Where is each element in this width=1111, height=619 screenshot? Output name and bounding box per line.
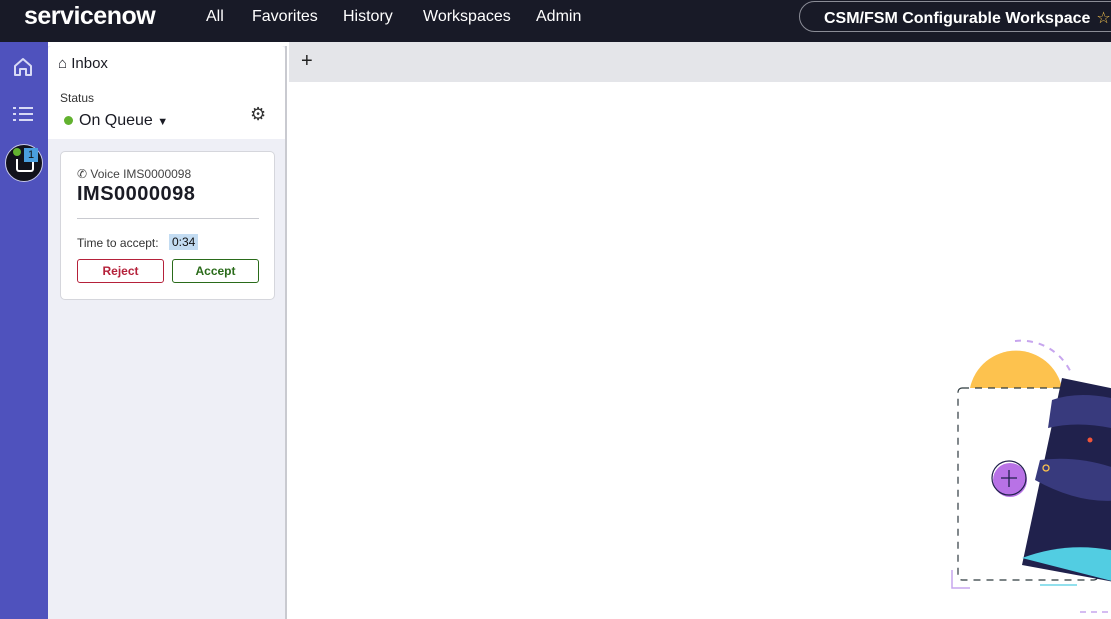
tab-bar: + bbox=[289, 42, 1111, 82]
workspace-title: CSM/FSM Configurable Workspace bbox=[824, 10, 1091, 27]
servicenow-logo[interactable]: servicenow bbox=[24, 2, 156, 31]
star-icon[interactable]: ☆ bbox=[1096, 10, 1110, 27]
gear-icon[interactable]: ⚙ bbox=[250, 104, 266, 125]
work-item-card: ✆ Voice IMS0000098 IMS0000098 Time to ac… bbox=[60, 151, 275, 300]
inbox-rail-button[interactable]: 1 bbox=[5, 144, 43, 182]
add-tab-button[interactable]: + bbox=[301, 50, 313, 73]
card-number: IMS0000098 bbox=[77, 183, 196, 205]
workspace-pill[interactable]: CSM/FSM Configurable Workspace ☆ bbox=[799, 1, 1111, 32]
inbox-count-badge: 1 bbox=[24, 148, 38, 162]
nav-favorites[interactable]: Favorites bbox=[252, 8, 318, 26]
card-type: ✆ Voice IMS0000098 bbox=[77, 167, 192, 181]
time-label: Time to accept: bbox=[77, 236, 159, 250]
side-rail: 1 bbox=[0, 42, 48, 619]
home-icon[interactable] bbox=[12, 56, 34, 78]
nav-admin[interactable]: Admin bbox=[536, 8, 581, 26]
accept-button[interactable]: Accept bbox=[172, 259, 259, 283]
status-dot bbox=[64, 116, 73, 125]
time-value: 0:34 bbox=[169, 234, 199, 250]
list-icon[interactable] bbox=[12, 104, 34, 124]
top-nav: servicenow All Favorites History Workspa… bbox=[0, 0, 1111, 42]
reject-button[interactable]: Reject bbox=[77, 259, 164, 283]
nav-history[interactable]: History bbox=[343, 8, 393, 26]
caret-down-icon: ▼ bbox=[157, 116, 169, 128]
status-dropdown[interactable]: On Queue ▼ bbox=[64, 112, 168, 130]
inbox-title: ⌂ Inbox bbox=[58, 55, 108, 72]
phone-icon: ✆ bbox=[77, 167, 88, 181]
inbox-panel: ⌂ Inbox Status On Queue ▼ ⚙ ✆ Voice IMS0… bbox=[48, 46, 287, 619]
presence-dot bbox=[13, 148, 21, 156]
nav-workspaces[interactable]: Workspaces bbox=[423, 8, 511, 26]
status-label: Status bbox=[60, 91, 95, 105]
divider bbox=[77, 218, 259, 219]
inbox-icon: ⌂ bbox=[58, 55, 68, 72]
nav-all[interactable]: All bbox=[206, 8, 224, 26]
empty-state-illustration bbox=[951, 339, 1111, 613]
